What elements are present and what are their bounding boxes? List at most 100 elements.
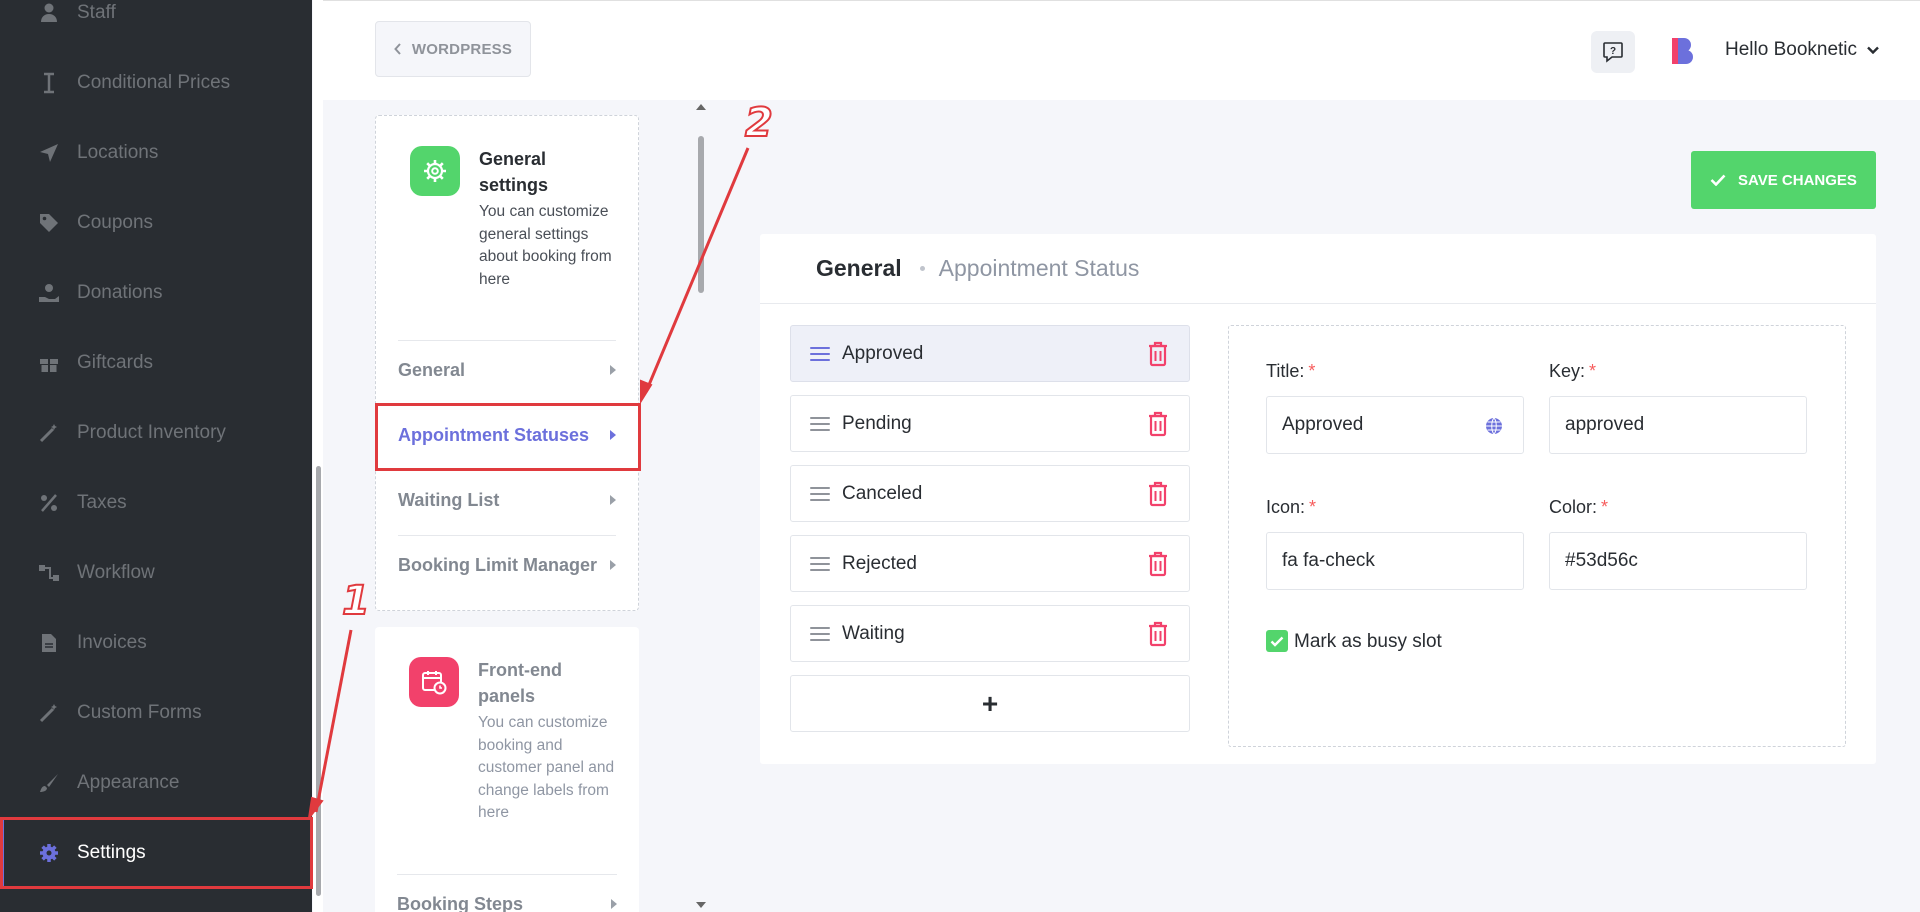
title-value: Approved: [1282, 414, 1364, 435]
back-to-wordpress-button[interactable]: WORDPRESS: [375, 21, 531, 77]
trash-icon[interactable]: [1147, 411, 1169, 437]
check-icon: [1710, 174, 1726, 186]
workflow-icon: [38, 562, 60, 584]
magic-wand-icon: [38, 422, 60, 444]
busy-slot-label: Mark as busy slot: [1294, 631, 1442, 652]
magic-wand-icon: [38, 702, 60, 724]
topbar: WORDPRESS ? Hello Booknetic: [323, 0, 1920, 100]
scrollbar-thumb[interactable]: [698, 136, 704, 293]
tag-icon: [38, 212, 60, 234]
status-label: Approved: [842, 342, 924, 364]
trash-icon[interactable]: [1147, 481, 1169, 507]
color-input[interactable]: #53d56c: [1549, 532, 1807, 590]
status-row-approved[interactable]: Approved: [790, 325, 1190, 382]
sidebar-item-appearance[interactable]: Appearance: [0, 748, 312, 818]
sidebar-item-label: Workflow: [77, 562, 155, 583]
annotation-step-2: 2: [744, 99, 774, 147]
sidebar-item-taxes[interactable]: Taxes: [0, 468, 312, 538]
status-label: Waiting: [842, 622, 905, 644]
frontend-panels-card: Front-end panels You can customize booki…: [375, 627, 639, 912]
drag-handle-icon[interactable]: [810, 486, 830, 501]
divider: [398, 470, 616, 471]
sidebar-item-giftcards[interactable]: Giftcards: [0, 328, 312, 398]
scroll-up-arrow-icon[interactable]: [696, 104, 706, 110]
sidebar-item-label: Custom Forms: [77, 702, 202, 723]
trash-icon[interactable]: [1147, 621, 1169, 647]
settings-link-booking-limit-manager[interactable]: Booking Limit Manager: [398, 547, 616, 583]
status-row-rejected[interactable]: Rejected: [790, 535, 1190, 592]
settings-link-appointment-statuses[interactable]: Appointment Statuses: [398, 417, 616, 453]
drag-handle-icon[interactable]: [810, 556, 830, 571]
sidebar-item-product-inventory[interactable]: Product Inventory: [0, 398, 312, 468]
breadcrumb: General Appointment Status: [760, 234, 1876, 304]
sidebar-item-conditional-prices[interactable]: Conditional Prices: [0, 48, 312, 118]
sidebar-item-workflow[interactable]: Workflow: [0, 538, 312, 608]
title-label: Title: *: [1266, 361, 1316, 381]
link-label: Waiting List: [398, 489, 500, 510]
status-row-canceled[interactable]: Canceled: [790, 465, 1190, 522]
sidebar-item-label: Settings: [77, 842, 146, 863]
sidebar-item-label: Appearance: [77, 772, 180, 793]
status-label: Rejected: [842, 552, 917, 574]
status-row-pending[interactable]: Pending: [790, 395, 1190, 452]
scrollbar-thumb[interactable]: [316, 466, 321, 896]
drag-handle-icon[interactable]: [810, 626, 830, 641]
title-input[interactable]: Approved: [1266, 396, 1524, 454]
appointment-status-card: General Appointment Status Approved Pend…: [760, 234, 1876, 764]
settings-nav-scrollbar[interactable]: [696, 100, 706, 912]
sidebar-item-donations[interactable]: Donations: [0, 258, 312, 328]
active-indicator: [0, 818, 4, 888]
divider: [397, 874, 617, 875]
sidebar-item-label: Locations: [77, 142, 159, 163]
settings-link-booking-steps[interactable]: Booking Steps: [397, 886, 617, 912]
sidebar-item-label: Invoices: [77, 632, 147, 653]
file-icon: [38, 632, 60, 654]
brush-icon: [38, 772, 60, 794]
location-arrow-icon: [38, 142, 60, 164]
sidebar-item-coupons[interactable]: Coupons: [0, 188, 312, 258]
drag-handle-icon[interactable]: [810, 346, 830, 361]
sidebar-item-label: Coupons: [77, 212, 154, 233]
trash-icon[interactable]: [1147, 551, 1169, 577]
question-chat-icon: ?: [1603, 42, 1623, 63]
sidebar-item-settings[interactable]: Settings: [0, 818, 312, 888]
status-row-waiting[interactable]: Waiting: [790, 605, 1190, 662]
breadcrumb-separator: [919, 266, 925, 271]
card-title: General settings: [479, 149, 549, 195]
user-menu[interactable]: Hello Booknetic: [1725, 39, 1879, 61]
save-changes-button[interactable]: SAVE CHANGES: [1691, 151, 1876, 209]
gear-icon: [38, 842, 60, 864]
scroll-down-arrow-icon[interactable]: [696, 902, 706, 908]
icon-input[interactable]: fa fa-check: [1266, 532, 1524, 590]
sidebar-item-locations[interactable]: Locations: [0, 118, 312, 188]
key-input[interactable]: approved: [1549, 396, 1807, 454]
link-label: Appointment Statuses: [398, 424, 590, 445]
help-button[interactable]: ?: [1591, 31, 1635, 73]
divider: [398, 535, 616, 536]
add-status-button[interactable]: +: [790, 675, 1190, 732]
settings-link-general[interactable]: General: [398, 352, 616, 388]
breadcrumb-main: General: [816, 255, 902, 281]
sidebar-item-label: Product Inventory: [77, 422, 226, 443]
calendar-clock-icon: [409, 657, 459, 707]
caret-right-icon: [610, 365, 616, 375]
annotation-step-1: 1: [341, 577, 371, 625]
color-value: #53d56c: [1565, 550, 1638, 571]
settings-link-waiting-list[interactable]: Waiting List: [398, 482, 616, 518]
breadcrumb-current: Appointment Status: [938, 255, 1140, 281]
plus-icon: +: [981, 687, 999, 719]
save-button-label: SAVE CHANGES: [1738, 171, 1857, 189]
status-label: Pending: [842, 412, 912, 434]
sidebar-item-label: Giftcards: [77, 352, 154, 373]
color-label: Color: *: [1549, 497, 1609, 517]
busy-slot-checkbox[interactable]: [1266, 630, 1288, 652]
sidebar-item-custom-forms[interactable]: Custom Forms: [0, 678, 312, 748]
caret-right-icon: [610, 560, 616, 570]
trash-icon[interactable]: [1147, 341, 1169, 367]
globe-icon[interactable]: [1485, 417, 1503, 435]
sidebar-item-invoices[interactable]: Invoices: [0, 608, 312, 678]
general-settings-card: General settings You can customize gener…: [375, 115, 639, 611]
drag-handle-icon[interactable]: [810, 416, 830, 431]
sidebar-item-staff[interactable]: Staff: [0, 0, 312, 48]
sidebar-scrollbar[interactable]: [313, 0, 323, 912]
